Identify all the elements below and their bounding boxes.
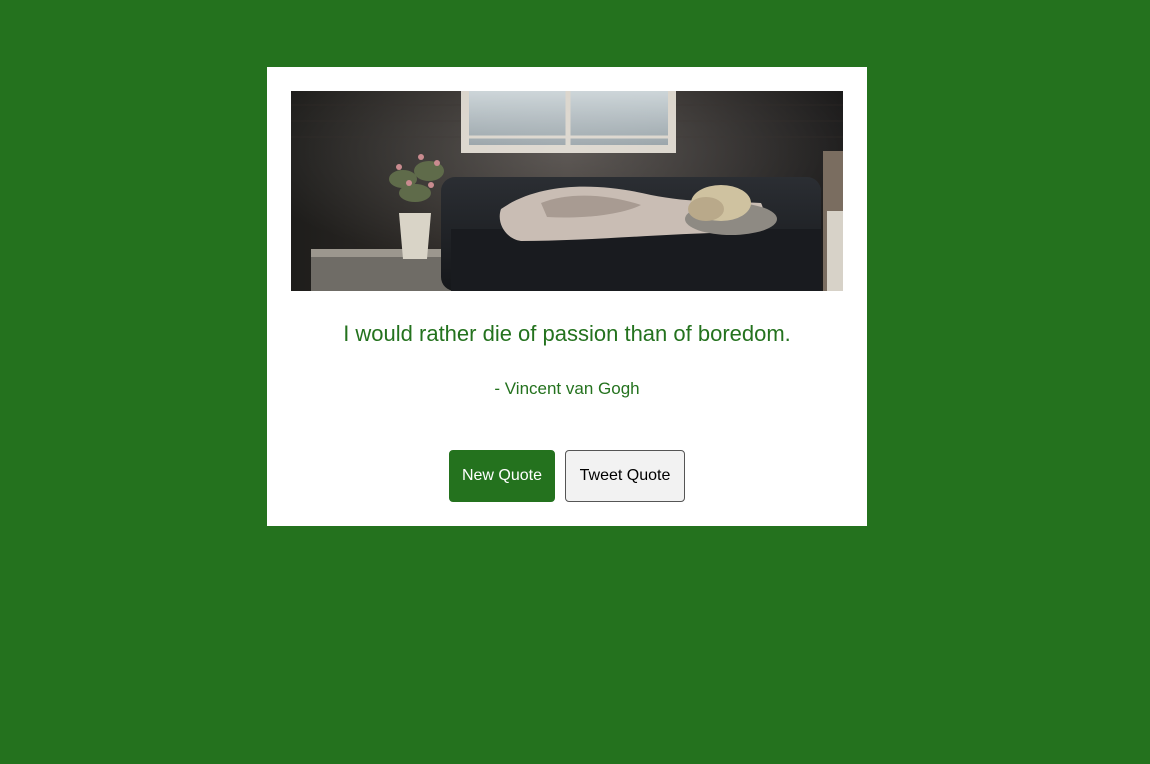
tweet-quote-button[interactable]: Tweet Quote [565,450,685,502]
quote-author: - Vincent van Gogh [494,379,640,398]
quote-card: I would rather die of passion than of bo… [267,67,867,526]
quote-text: I would rather die of passion than of bo… [343,321,791,346]
quote-image [291,91,843,291]
new-quote-button[interactable]: New Quote [449,450,555,502]
